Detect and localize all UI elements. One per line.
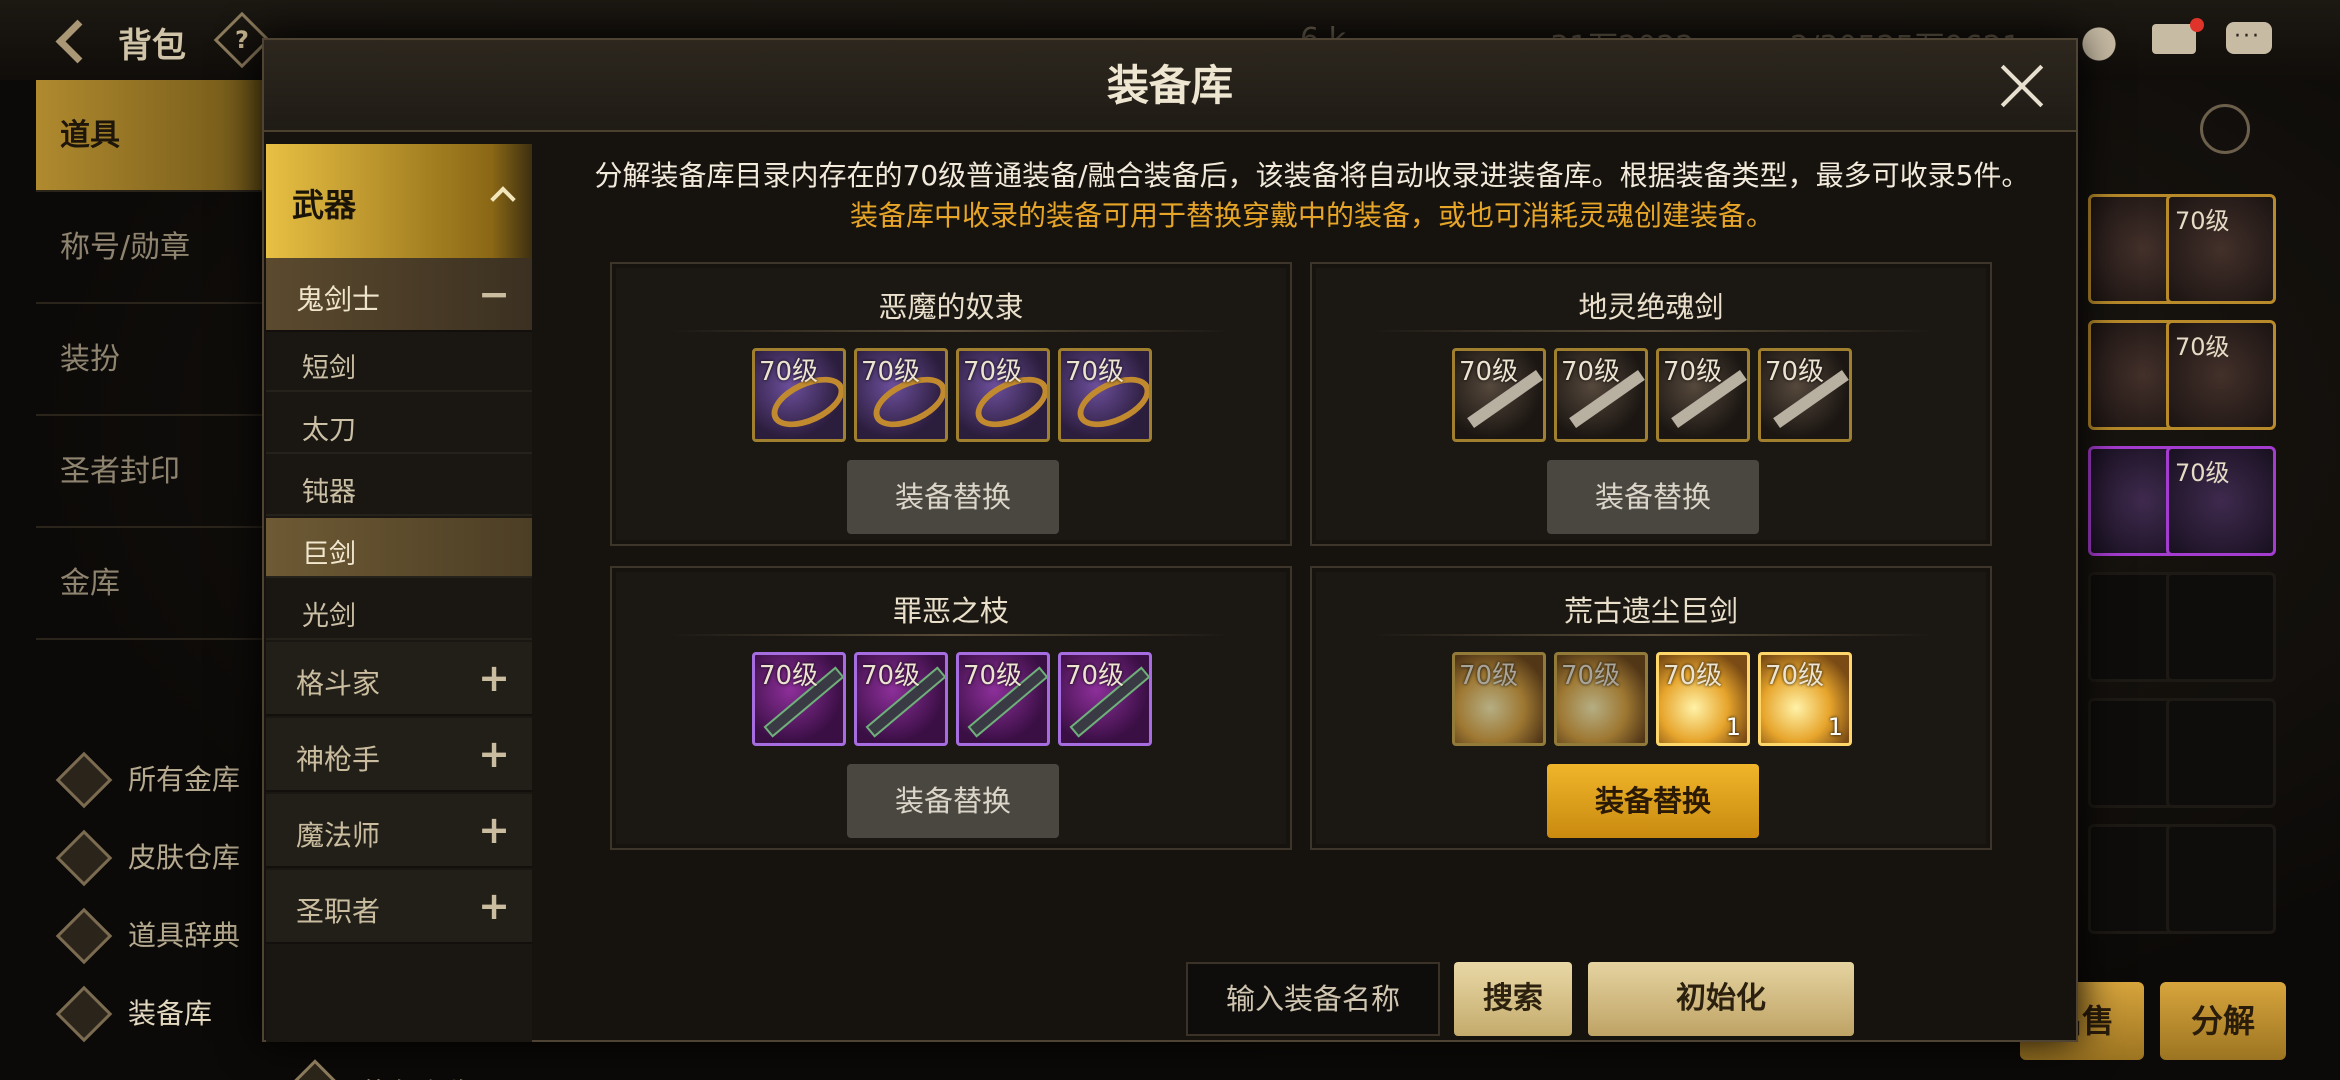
- notice-line-2: 装备库中收录的装备可用于替换穿戴中的装备，或也可消耗灵魂创建装备。: [849, 199, 1774, 232]
- chevron-up-icon: [490, 186, 516, 212]
- equipment-slot[interactable]: 70级: [956, 652, 1050, 746]
- category-panel: 武器 鬼剑士 − 短剑 太刀 钝器 巨剑 光剑 格斗家 + 神枪手 + 魔法师 + 圣职…: [266, 144, 532, 1080]
- expand-icon: +: [478, 808, 510, 852]
- equipment-slot[interactable]: 70级: [1554, 348, 1648, 442]
- equipment-name: 恶魔的奴隶: [878, 290, 1024, 324]
- equipment-slot[interactable]: 70级 1: [1758, 652, 1852, 746]
- skin-icon: [55, 829, 113, 887]
- sidebar-item-items[interactable]: 道具: [36, 80, 276, 192]
- sidebar-item-titles[interactable]: 称号/勋章: [36, 192, 276, 304]
- dialog-header: 装备库: [264, 40, 2076, 132]
- inventory-slot[interactable]: [2166, 572, 2276, 682]
- mail-icon[interactable]: [2148, 14, 2204, 64]
- sidebar-item-vault[interactable]: 金库: [36, 528, 276, 640]
- class-gunner[interactable]: 神枪手 +: [266, 718, 532, 792]
- page-title: 背包: [118, 26, 186, 66]
- dialog-footer: 搜索 初始化: [534, 952, 2076, 1042]
- dictionary-icon: [55, 907, 113, 965]
- equipment-slot[interactable]: 70级 1: [1656, 652, 1750, 746]
- inventory-slot[interactable]: 70级: [2166, 320, 2276, 430]
- inventory-slot[interactable]: [2166, 698, 2276, 808]
- equipment-card: 罪恶之枝 70级 70级 70级 70级 装备替换: [610, 566, 1292, 850]
- equipment-card: 恶魔的奴隶 70级 70级 70级 70级 装备替换: [610, 262, 1292, 546]
- reset-button[interactable]: 初始化: [1588, 962, 1854, 1036]
- expand-icon: +: [478, 732, 510, 776]
- equipment-slot[interactable]: 70级: [1058, 652, 1152, 746]
- equipment-slot[interactable]: 70级: [1058, 348, 1152, 442]
- inventory-sidebar: 道具 称号/勋章 装扮 圣者封印 金库: [36, 80, 276, 640]
- equipment-slot[interactable]: 70级: [956, 348, 1050, 442]
- equipment-slot[interactable]: 70级: [854, 348, 948, 442]
- inventory-slot[interactable]: 70级: [2166, 446, 2276, 556]
- equipment-card: 荒古遗尘巨剑 70级 70级 70级 1 70级 1 装备替换: [1310, 566, 1992, 850]
- equipment-slot[interactable]: 70级: [1758, 348, 1852, 442]
- equipment-slot[interactable]: 70级: [1452, 348, 1546, 442]
- expand-icon: +: [478, 656, 510, 700]
- equipment-search-input[interactable]: [1186, 962, 1440, 1036]
- equipment-name: 罪恶之枝: [892, 594, 1009, 628]
- equipment-slot[interactable]: 70级: [1656, 348, 1750, 442]
- class-fighter[interactable]: 格斗家 +: [266, 642, 532, 716]
- sidebar-item-seal[interactable]: 圣者封印: [36, 416, 276, 528]
- equipment-name: 地灵绝魂剑: [1578, 290, 1724, 324]
- category-weapon[interactable]: 武器: [266, 144, 532, 258]
- bag-icon[interactable]: [2072, 14, 2126, 64]
- swap-equipment-button[interactable]: 装备替换: [1547, 460, 1759, 534]
- collection-icon: [285, 1059, 345, 1080]
- subtype-lightsabre[interactable]: 光剑: [266, 580, 532, 640]
- item-count: 1: [1725, 713, 1741, 741]
- notice-line-1: 分解装备库目录内存在的70级普通装备/融合装备后，该装备将自动收录进装备库。根据…: [594, 159, 2030, 192]
- subtype-katana[interactable]: 太刀: [266, 394, 532, 454]
- equipment-slot[interactable]: 70级: [752, 348, 846, 442]
- equipment-slot[interactable]: 70级: [1554, 652, 1648, 746]
- swap-equipment-button[interactable]: 装备替换: [1547, 764, 1759, 838]
- expand-icon: +: [478, 884, 510, 928]
- dialog-title: 装备库: [1106, 61, 1233, 110]
- armor-icon: [55, 985, 113, 1043]
- search-button[interactable]: 搜索: [1454, 962, 1572, 1036]
- subtype-club[interactable]: 钝器: [266, 456, 532, 516]
- equipment-name: 荒古遗尘巨剑: [1563, 594, 1738, 628]
- collapse-icon: −: [478, 272, 510, 316]
- class-priest[interactable]: 圣职者 +: [266, 870, 532, 944]
- sidebar-item-avatar[interactable]: 装扮: [36, 304, 276, 416]
- back-arrow-icon[interactable]: [52, 18, 98, 64]
- subtype-greatsword[interactable]: 巨剑: [266, 518, 532, 578]
- equipment-slot[interactable]: 70级: [1452, 652, 1546, 746]
- decompose-button[interactable]: 分解: [2160, 982, 2286, 1060]
- notice-text: 分解装备库目录内存在的70级普通装备/融合装备后，该装备将自动收录进装备库。根据…: [544, 156, 2080, 236]
- inventory-slot[interactable]: [2166, 824, 2276, 934]
- inventory-slot[interactable]: 70级: [2166, 194, 2276, 304]
- equipment-library-dialog: 装备库 武器 鬼剑士− 短剑 太刀 钝器 巨剑 光剑 格斗家+ 神枪手+: [262, 38, 2080, 1080]
- close-icon[interactable]: [1998, 62, 2046, 110]
- equipment-slot[interactable]: 70级: [752, 652, 846, 746]
- pentagram-icon[interactable]: [2200, 104, 2250, 154]
- chat-icon[interactable]: ···: [2222, 14, 2276, 64]
- class-mage[interactable]: 魔法师 +: [266, 794, 532, 868]
- item-count: 1: [1827, 713, 1843, 741]
- vault-icon: [55, 751, 113, 809]
- swap-equipment-button[interactable]: 装备替换: [847, 460, 1059, 534]
- equipment-slot[interactable]: 70级: [854, 652, 948, 746]
- equipment-card: 地灵绝魂剑 70级 70级 70级 70级 装备替换: [1310, 262, 1992, 546]
- swap-equipment-button[interactable]: 装备替换: [847, 764, 1059, 838]
- subtype-short-sword[interactable]: 短剑: [266, 332, 532, 392]
- class-slayer[interactable]: 鬼剑士 −: [266, 258, 532, 332]
- game-screen: 背包 ? 6.k 31万2022 2/30525万9621 ··· 道具 称号/…: [0, 0, 2340, 1080]
